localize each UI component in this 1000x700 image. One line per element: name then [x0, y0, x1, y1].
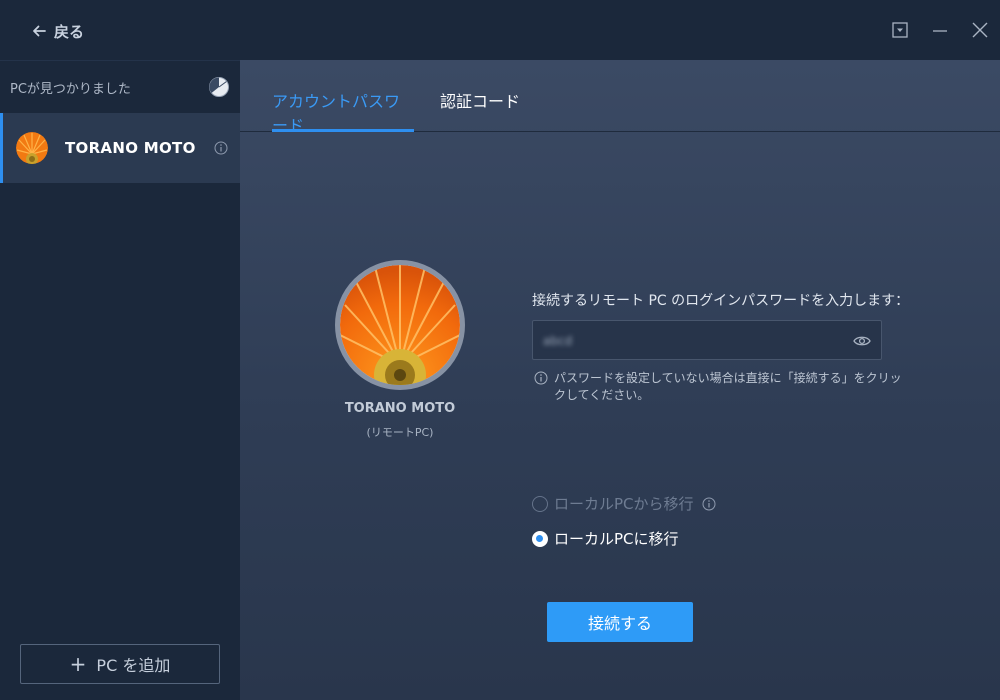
close-icon: [972, 22, 988, 38]
window-controls: [880, 0, 1000, 60]
password-hint-text: パスワードを設定していない場合は直接に「接続する」をクリックしてください。: [554, 371, 902, 402]
spinner-icon: [209, 77, 229, 97]
option-to-local-pc-label: ローカルPCに移行: [554, 530, 679, 548]
minimize-button[interactable]: [920, 10, 960, 50]
sidebar: PCが見つかりました TORANO MOTO + PC を追加: [0, 60, 240, 700]
option-from-local-pc-label: ローカルPCから移行: [554, 495, 694, 513]
password-input[interactable]: [543, 329, 843, 353]
tab-account-password[interactable]: アカウントパスワード: [272, 88, 414, 135]
minimize-icon: [933, 30, 947, 32]
add-pc-button[interactable]: + PC を追加: [20, 644, 220, 684]
close-button[interactable]: [960, 10, 1000, 50]
plus-icon: +: [69, 652, 87, 676]
dropdown-icon: [892, 22, 908, 38]
password-field[interactable]: [532, 320, 882, 360]
arrow-left-icon: [33, 25, 46, 37]
title-bar: 戻る: [0, 0, 1000, 60]
eye-icon[interactable]: [853, 333, 871, 349]
sidebar-header-label: PCが見つかりました: [10, 81, 131, 97]
radio-from-local-pc[interactable]: [532, 495, 548, 512]
option-from-local-pc[interactable]: ローカルPCから移行: [532, 493, 694, 514]
radio-to-local-pc[interactable]: [532, 530, 548, 547]
pc-name: TORANO MOTO: [65, 139, 196, 157]
remote-pc-subtitle: (リモートPC): [366, 426, 434, 439]
sidebar-header: PCが見つかりました: [0, 61, 240, 113]
sidebar-item-pc[interactable]: TORANO MOTO: [0, 113, 240, 183]
add-pc-label: PC を追加: [96, 656, 171, 675]
tab-bar: アカウントパスワード 認証コード: [240, 60, 1000, 135]
tab-verification-code[interactable]: 認証コード: [440, 88, 520, 132]
back-label: 戻る: [54, 22, 85, 41]
connect-button[interactable]: 接続する: [547, 602, 693, 642]
menu-dropdown-button[interactable]: [880, 10, 920, 50]
password-hint: パスワードを設定していない場合は直接に「接続する」をクリックしてください。: [534, 370, 904, 404]
back-button[interactable]: 戻る: [30, 20, 84, 42]
option-to-local-pc[interactable]: ローカルPCに移行: [532, 528, 679, 549]
password-label: 接続するリモート PC のログインパスワードを入力します：: [532, 293, 910, 309]
info-icon[interactable]: [702, 497, 716, 511]
avatar: [16, 132, 48, 164]
info-icon[interactable]: [214, 141, 228, 155]
remote-avatar: [335, 260, 465, 390]
remote-pc-name: TORANO MOTO: [344, 401, 456, 416]
info-icon: [534, 371, 548, 385]
main-panel: アカウントパスワード 認証コード TORANO MOTO (リモートPC) 接続…: [240, 60, 1000, 700]
